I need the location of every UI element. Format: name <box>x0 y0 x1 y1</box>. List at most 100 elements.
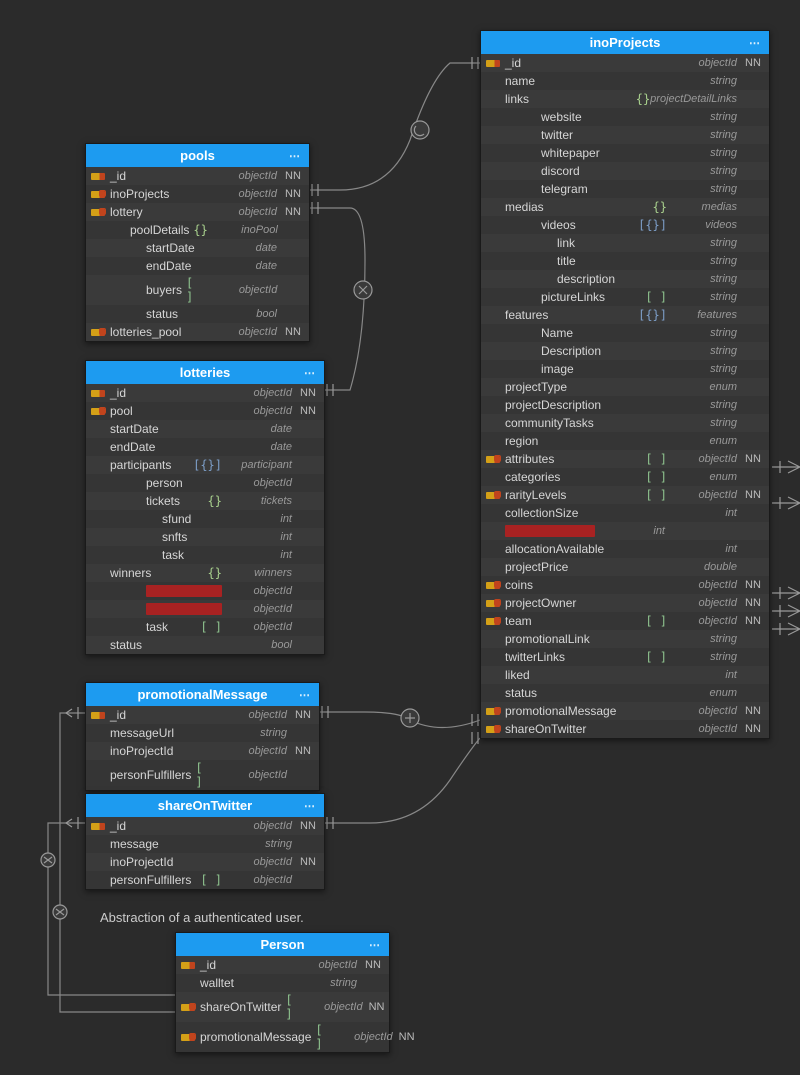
field-row[interactable]: winners{}winners <box>86 564 324 582</box>
field-row[interactable]: _idobjectIdNN <box>481 54 769 72</box>
entity-header[interactable]: shareOnTwitter⋯ <box>86 794 324 817</box>
field-row[interactable]: personFulfillers[ ]objectId <box>86 760 319 790</box>
field-row[interactable]: promotionalMessageobjectIdNN <box>481 702 769 720</box>
field-row[interactable]: startDatedate <box>86 239 309 257</box>
field-row[interactable]: snftsint <box>86 528 324 546</box>
field-row[interactable]: inoProjectIdobjectIdNN <box>86 742 319 760</box>
field-row[interactable]: promotionalLinkstring <box>481 630 769 648</box>
field-row[interactable]: tickets{}tickets <box>86 492 324 510</box>
more-icon[interactable]: ⋯ <box>299 688 311 701</box>
field-row[interactable]: shareOnTwitter[ ]objectIdNN <box>176 992 389 1022</box>
field-row[interactable]: participants[{}]participant <box>86 456 324 474</box>
field-row[interactable]: pictureLinks[ ]string <box>481 288 769 306</box>
field-name: personFulfillers <box>110 768 191 782</box>
entity-header[interactable]: Person⋯ <box>176 933 389 956</box>
more-icon[interactable]: ⋯ <box>749 36 761 49</box>
field-row[interactable]: buyers[ ]objectId <box>86 275 309 305</box>
field-row[interactable]: _idobjectIdNN <box>86 706 319 724</box>
no-key-icon <box>180 977 196 989</box>
field-row[interactable]: discordstring <box>481 162 769 180</box>
field-row[interactable]: taskint <box>86 546 324 564</box>
entity-header[interactable]: lotteries⋯ <box>86 361 324 384</box>
entity-shareOnTwitter[interactable]: shareOnTwitter⋯_idobjectIdNNmessagestrin… <box>85 793 325 890</box>
more-icon[interactable]: ⋯ <box>289 149 301 162</box>
field-row[interactable]: whitepaperstring <box>481 144 769 162</box>
field-row[interactable]: projectPricedouble <box>481 558 769 576</box>
field-row[interactable]: telegramstring <box>481 180 769 198</box>
field-row[interactable]: features[{}]features <box>481 306 769 324</box>
field-row[interactable]: endDatedate <box>86 257 309 275</box>
field-row[interactable]: namestring <box>481 72 769 90</box>
field-row[interactable]: medias{}medias <box>481 198 769 216</box>
field-row[interactable]: int <box>481 522 769 540</box>
field-row[interactable]: likedint <box>481 666 769 684</box>
entity-header[interactable]: pools⋯ <box>86 144 309 167</box>
field-row[interactable]: collectionSizeint <box>481 504 769 522</box>
field-row[interactable]: poolobjectIdNN <box>86 402 324 420</box>
field-row[interactable]: statusbool <box>86 636 324 654</box>
field-row[interactable]: statusenum <box>481 684 769 702</box>
field-row[interactable]: links{}projectDetailLinks <box>481 90 769 108</box>
field-row[interactable]: videos[{}]videos <box>481 216 769 234</box>
field-row[interactable]: rarityLevels[ ]objectIdNN <box>481 486 769 504</box>
field-row[interactable]: inoProjectIdobjectIdNN <box>86 853 324 871</box>
field-row[interactable]: imagestring <box>481 360 769 378</box>
field-row[interactable]: messageUrlstring <box>86 724 319 742</box>
field-name: shareOnTwitter <box>505 722 667 736</box>
entity-pools[interactable]: pools⋯_idobjectIdNNinoProjectsobjectIdNN… <box>85 143 310 342</box>
field-row[interactable]: startDatedate <box>86 420 324 438</box>
field-row[interactable]: _idobjectIdNN <box>86 167 309 185</box>
field-row[interactable]: descriptionstring <box>481 270 769 288</box>
entity-inoProjects[interactable]: inoProjects⋯_idobjectIdNNnamestringlinks… <box>480 30 770 739</box>
entity-promotionalMessage[interactable]: promotionalMessage⋯_idobjectIdNNmessageU… <box>85 682 320 791</box>
field-row[interactable]: categories[ ]enum <box>481 468 769 486</box>
field-row[interactable]: sfundint <box>86 510 324 528</box>
field-row[interactable]: lotteryobjectIdNN <box>86 203 309 221</box>
entity-header[interactable]: inoProjects⋯ <box>481 31 769 54</box>
entity-person[interactable]: Person⋯_idobjectIdNNwalltetstringshareOn… <box>175 932 390 1053</box>
field-row[interactable]: statusbool <box>86 305 309 323</box>
field-row[interactable]: projectDescriptionstring <box>481 396 769 414</box>
field-name <box>146 585 222 597</box>
field-row[interactable]: projectOwnerobjectIdNN <box>481 594 769 612</box>
field-row[interactable]: objectId <box>86 600 324 618</box>
field-row[interactable]: _idobjectIdNN <box>176 956 389 974</box>
field-row[interactable]: communityTasksstring <box>481 414 769 432</box>
field-row[interactable]: allocationAvailableint <box>481 540 769 558</box>
field-row[interactable]: twitterLinks[ ]string <box>481 648 769 666</box>
field-row[interactable]: linkstring <box>481 234 769 252</box>
field-row[interactable]: messagestring <box>86 835 324 853</box>
field-row[interactable]: projectTypeenum <box>481 378 769 396</box>
no-key-icon <box>485 669 501 681</box>
more-icon[interactable]: ⋯ <box>304 799 316 812</box>
field-row[interactable]: inoProjectsobjectIdNN <box>86 185 309 203</box>
more-icon[interactable]: ⋯ <box>369 938 381 951</box>
field-row[interactable]: endDatedate <box>86 438 324 456</box>
field-row[interactable]: titlestring <box>481 252 769 270</box>
field-row[interactable]: personFulfillers[ ]objectId <box>86 871 324 889</box>
field-row[interactable]: team[ ]objectIdNN <box>481 612 769 630</box>
entity-header[interactable]: promotionalMessage⋯ <box>86 683 319 706</box>
field-row[interactable]: promotionalMessage[ ]objectIdNN <box>176 1022 389 1052</box>
field-row[interactable]: websitestring <box>481 108 769 126</box>
field-row[interactable]: personobjectId <box>86 474 324 492</box>
entity-lotteries[interactable]: lotteries⋯_idobjectIdNNpoolobjectIdNNsta… <box>85 360 325 655</box>
field-type: string <box>667 129 737 141</box>
more-icon[interactable]: ⋯ <box>304 366 316 379</box>
no-key-icon <box>485 75 501 87</box>
field-row[interactable]: walltetstring <box>176 974 389 992</box>
field-row[interactable]: coinsobjectIdNN <box>481 576 769 594</box>
field-row[interactable]: task[ ]objectId <box>86 618 324 636</box>
field-row[interactable]: poolDetails{}inoPool <box>86 221 309 239</box>
field-row[interactable]: Descriptionstring <box>481 342 769 360</box>
field-row[interactable]: regionenum <box>481 432 769 450</box>
field-row[interactable]: _idobjectIdNN <box>86 384 324 402</box>
field-row[interactable]: Namestring <box>481 324 769 342</box>
field-row[interactable]: lotteries_poolobjectIdNN <box>86 323 309 341</box>
field-row[interactable]: _idobjectIdNN <box>86 817 324 835</box>
field-row[interactable]: twitterstring <box>481 126 769 144</box>
field-type: string <box>667 327 737 339</box>
field-row[interactable]: attributes[ ]objectIdNN <box>481 450 769 468</box>
field-row[interactable]: objectId <box>86 582 324 600</box>
field-row[interactable]: shareOnTwitterobjectIdNN <box>481 720 769 738</box>
